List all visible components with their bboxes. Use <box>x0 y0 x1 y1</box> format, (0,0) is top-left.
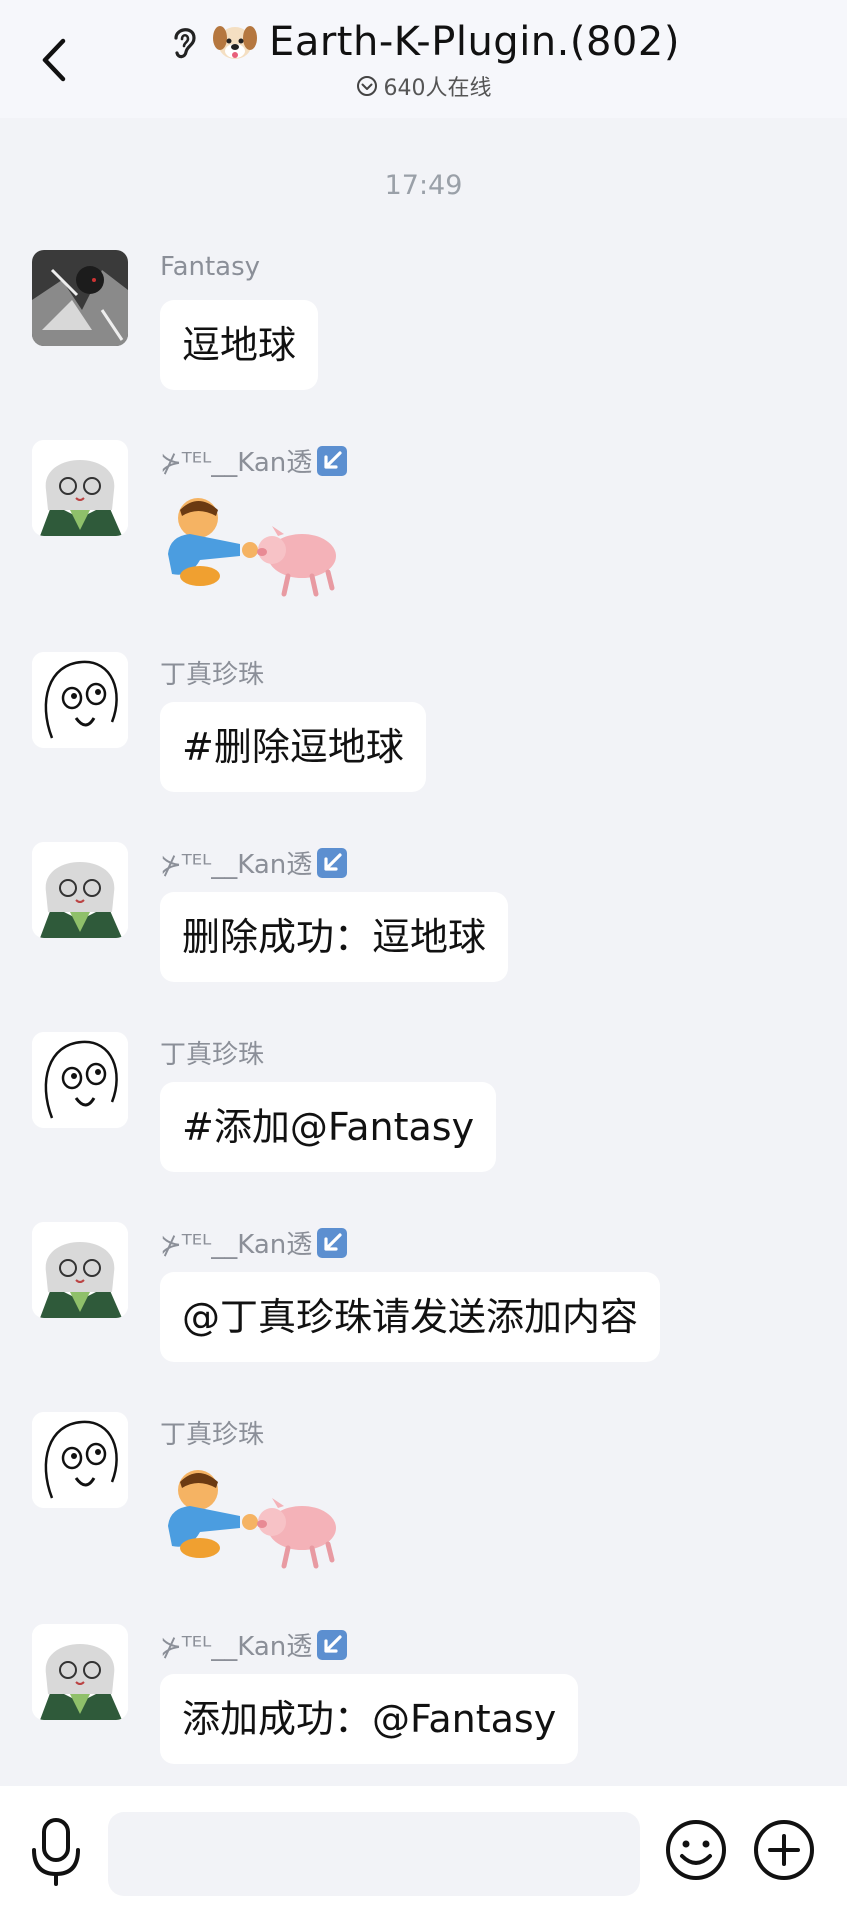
message-bubble[interactable]: #添加@Fantasy <box>160 1082 497 1172</box>
message-row: ⊁ᵀᴱᴸ__Kan透 <box>32 440 832 610</box>
arrow-badge-icon <box>316 1629 348 1661</box>
avatar[interactable] <box>32 1032 128 1128</box>
avatar[interactable] <box>32 440 128 536</box>
arrow-badge-icon <box>316 445 348 477</box>
sender-name: ⊁ᵀᴱᴸ__Kan透 <box>160 844 348 881</box>
sender-name: 丁真珍珠 <box>160 1040 265 1070</box>
arrow-badge-icon <box>316 1227 348 1259</box>
sender-name: 丁真珍珠 <box>160 1420 265 1450</box>
avatar[interactable] <box>32 250 128 346</box>
avatar[interactable] <box>32 1624 128 1720</box>
chat-title-row[interactable]: Earth-K-Plugin.(802) <box>0 18 847 66</box>
message-bubble[interactable]: 添加成功：@Fantasy <box>160 1674 579 1764</box>
emoji-button[interactable] <box>664 1818 728 1882</box>
message-row: ⊁ᵀᴱᴸ__Kan透 删除成功：逗地球 <box>32 842 832 992</box>
online-count: 640人在线 <box>383 76 492 101</box>
sender-name: ⊁ᵀᴱᴸ__Kan透 <box>160 1224 348 1261</box>
message-row: Fantasy 逗地球 <box>32 250 832 400</box>
arrow-badge-icon <box>316 847 348 879</box>
chat-title: Earth-K-Plugin.(802) <box>269 19 680 65</box>
check-circle-icon <box>356 75 378 97</box>
more-button[interactable] <box>752 1818 816 1882</box>
sender-name-text: ⊁ᵀᴱᴸ__Kan透 <box>160 850 313 880</box>
message-bubble[interactable]: 删除成功：逗地球 <box>160 892 509 982</box>
sender-name: 丁真珍珠 <box>160 660 265 690</box>
message-row: 丁真珍珠 #删除逗地球 <box>32 652 832 802</box>
avatar[interactable] <box>32 1222 128 1318</box>
online-status[interactable]: 640人在线 <box>0 70 847 102</box>
microphone-icon <box>32 1818 80 1886</box>
message-row: ⊁ᵀᴱᴸ__Kan透 添加成功：@Fantasy <box>32 1624 832 1774</box>
sender-name-text: ⊁ᵀᴱᴸ__Kan透 <box>160 448 313 478</box>
message-bubble[interactable]: 逗地球 <box>160 300 319 390</box>
sender-name-text: ⊁ᵀᴱᴸ__Kan透 <box>160 1632 313 1662</box>
message-timestamp: 17:49 <box>384 170 463 201</box>
chat-header: Earth-K-Plugin.(802) 640人在线 <box>0 0 847 118</box>
message-row: 丁真珍珠 #添加@Fantasy <box>32 1032 832 1182</box>
sticker-image[interactable] <box>160 492 350 602</box>
message-row: ⊁ᵀᴱᴸ__Kan透 @丁真珍珠请发送添加内容 <box>32 1222 832 1372</box>
ear-icon <box>167 22 201 62</box>
message-input[interactable] <box>108 1812 640 1896</box>
voice-button[interactable] <box>28 1816 84 1886</box>
sender-name: ⊁ᵀᴱᴸ__Kan透 <box>160 442 348 479</box>
smiley-icon <box>666 1820 726 1880</box>
message-bubble[interactable]: #删除逗地球 <box>160 702 426 792</box>
sticker-image[interactable] <box>160 1464 350 1574</box>
input-bar <box>0 1786 847 1920</box>
avatar[interactable] <box>32 1412 128 1508</box>
sender-name: Fantasy <box>160 252 261 282</box>
avatar[interactable] <box>32 652 128 748</box>
message-row: 丁真珍珠 <box>32 1412 832 1582</box>
sender-name: ⊁ᵀᴱᴸ__Kan透 <box>160 1626 348 1663</box>
plus-circle-icon <box>754 1820 814 1880</box>
avatar[interactable] <box>32 842 128 938</box>
dog-face-icon <box>211 18 259 66</box>
message-bubble[interactable]: @丁真珍珠请发送添加内容 <box>160 1272 661 1362</box>
sender-name-text: ⊁ᵀᴱᴸ__Kan透 <box>160 1230 313 1260</box>
